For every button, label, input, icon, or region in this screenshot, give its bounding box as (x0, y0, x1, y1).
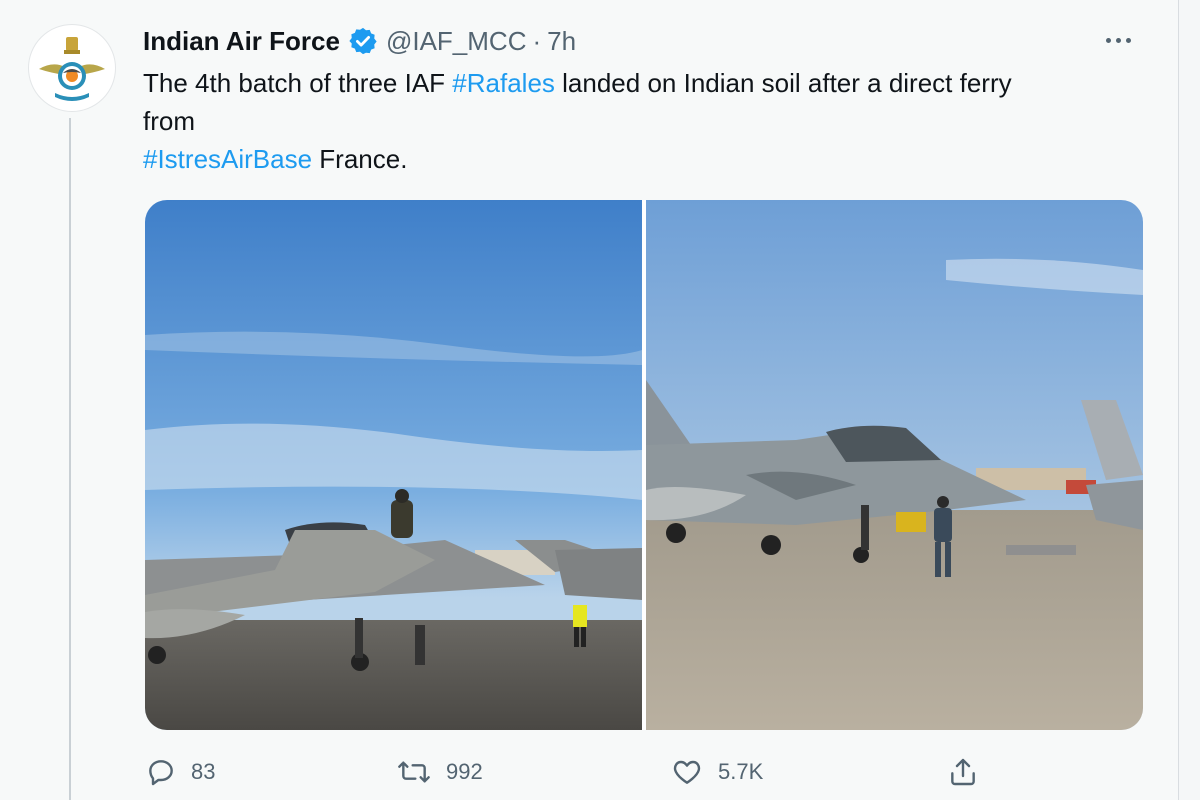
share-icon (951, 758, 975, 786)
tweet-header: Indian Air Force @IAF_MCC · 7h (143, 24, 576, 58)
hashtag-rafales[interactable]: #Rafales (452, 68, 555, 98)
photo-rafale-pilot[interactable] (145, 200, 642, 730)
tweet-text: The 4th batch of three IAF #Rafales land… (143, 64, 1143, 178)
tweet-card[interactable]: Indian Air Force @IAF_MCC · 7h The 4th b… (0, 0, 1179, 800)
text-segment: The 4th batch of three IAF (143, 68, 453, 98)
like-count: 5.7K (718, 759, 764, 784)
hashtag-istresairbase[interactable]: #IstresAirBase (143, 144, 312, 174)
author-name[interactable]: Indian Air Force (143, 26, 340, 57)
more-options-icon[interactable] (1098, 28, 1138, 52)
retweet-icon (398, 761, 430, 783)
text-segment: landed on Indian soil after a direct fer… (554, 68, 1012, 98)
tweet-text-line-1: The 4th batch of three IAF #Rafales land… (143, 64, 1143, 102)
verified-badge-icon (348, 26, 378, 56)
tweet-media (145, 200, 1143, 730)
heart-icon (673, 760, 701, 784)
retweet-button[interactable]: 992 (396, 752, 483, 792)
tweet-actions: 83 992 5.7K (143, 752, 1003, 792)
separator-dot: · (532, 25, 542, 56)
reply-button[interactable]: 83 (145, 752, 215, 792)
photo-rafale-ground[interactable] (646, 200, 1143, 730)
author-handle[interactable]: @IAF_MCC (386, 26, 527, 57)
text-segment: France. (312, 144, 408, 174)
share-button[interactable] (947, 752, 993, 792)
iaf-emblem-logo (39, 37, 105, 101)
tweet-timestamp[interactable]: 7h (547, 26, 576, 57)
reply-count: 83 (191, 759, 216, 784)
like-button[interactable]: 5.7K (670, 752, 763, 792)
tweet-text-line-2: from (143, 106, 195, 136)
thread-line (69, 118, 71, 800)
avatar[interactable] (28, 24, 116, 112)
retweet-count: 992 (446, 759, 483, 784)
tweet-text-line-3: #IstresAirBase France. (143, 140, 1143, 178)
reply-icon (149, 760, 173, 786)
